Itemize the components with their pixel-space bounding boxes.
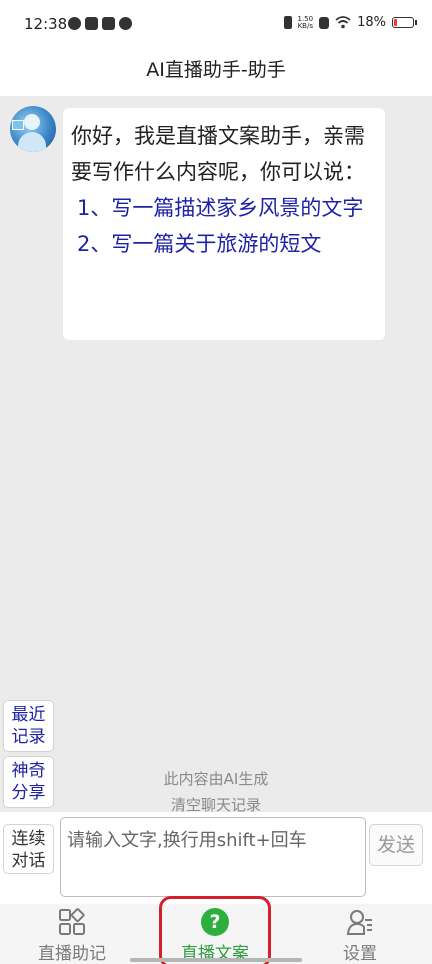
message-input[interactable] (67, 826, 359, 888)
sync-icon (68, 17, 81, 30)
home-indicator[interactable] (130, 958, 302, 962)
network-speed: 1.50 KB/s (297, 15, 314, 30)
nav-label-settings: 设置 (343, 944, 377, 964)
status-right: 1.50 KB/s 18% (283, 15, 417, 30)
notification-icons (68, 17, 132, 30)
avatar-head (24, 114, 40, 130)
flower-icon (119, 17, 132, 30)
message-input-box[interactable] (60, 817, 366, 897)
battery-icon (392, 17, 417, 28)
user-settings-icon (346, 910, 372, 935)
wifi-icon (335, 16, 351, 29)
nav-item-settings[interactable]: 设置 (300, 904, 420, 964)
chat-area[interactable]: 你好，我是直播文案助手，亲需要写作什么内容呢，你可以说： 1、写一篇描述家乡风景… (0, 96, 432, 814)
continuous-dialog-button[interactable]: 连续对话 (3, 824, 54, 874)
nav-label-live-notes: 直播助记 (38, 944, 106, 964)
suggestion-link-2[interactable]: 2、写一篇关于旅游的短文 (71, 226, 377, 262)
network-speed-unit: KB/s (297, 21, 313, 30)
recent-records-button[interactable]: 最近记录 (3, 700, 54, 752)
magic-share-button[interactable]: 神奇分享 (3, 756, 54, 808)
page-title: AI直播助手-助手 (0, 50, 432, 96)
assistant-avatar (10, 106, 56, 152)
avatar-body (18, 132, 46, 152)
greeting-text: 你好，我是直播文案助手，亲需要写作什么内容呢，你可以说： (71, 124, 365, 184)
send-button[interactable]: 发送 (369, 824, 423, 866)
mail-icon (85, 17, 98, 30)
tiktok-icon (102, 17, 115, 30)
input-row: 连续对话 发送 (0, 812, 432, 904)
sim-icon (319, 16, 330, 29)
bottom-nav: 直播助记 ? 直播文案 设置 (0, 904, 432, 964)
suggestion-link-1[interactable]: 1、写一篇描述家乡风景的文字 (71, 190, 377, 226)
nav-item-live-copy[interactable]: ? 直播文案 (155, 904, 275, 964)
battery-fill (394, 19, 398, 26)
ai-generated-note: 此内容由AI生成 (163, 770, 269, 788)
nav-item-live-notes[interactable]: 直播助记 (12, 904, 132, 964)
status-bar: 12:38 1.50 KB/s 18% (0, 0, 432, 50)
assistant-message-bubble: 你好，我是直播文案助手，亲需要写作什么内容呢，你可以说： 1、写一篇描述家乡风景… (63, 108, 385, 340)
grid-apps-icon (59, 908, 85, 935)
vibrate-icon (283, 16, 292, 29)
avatar-screen (12, 120, 24, 130)
battery-percent: 18% (357, 15, 386, 30)
help-circle-icon: ? (201, 908, 229, 936)
status-time: 12:38 (24, 15, 68, 33)
